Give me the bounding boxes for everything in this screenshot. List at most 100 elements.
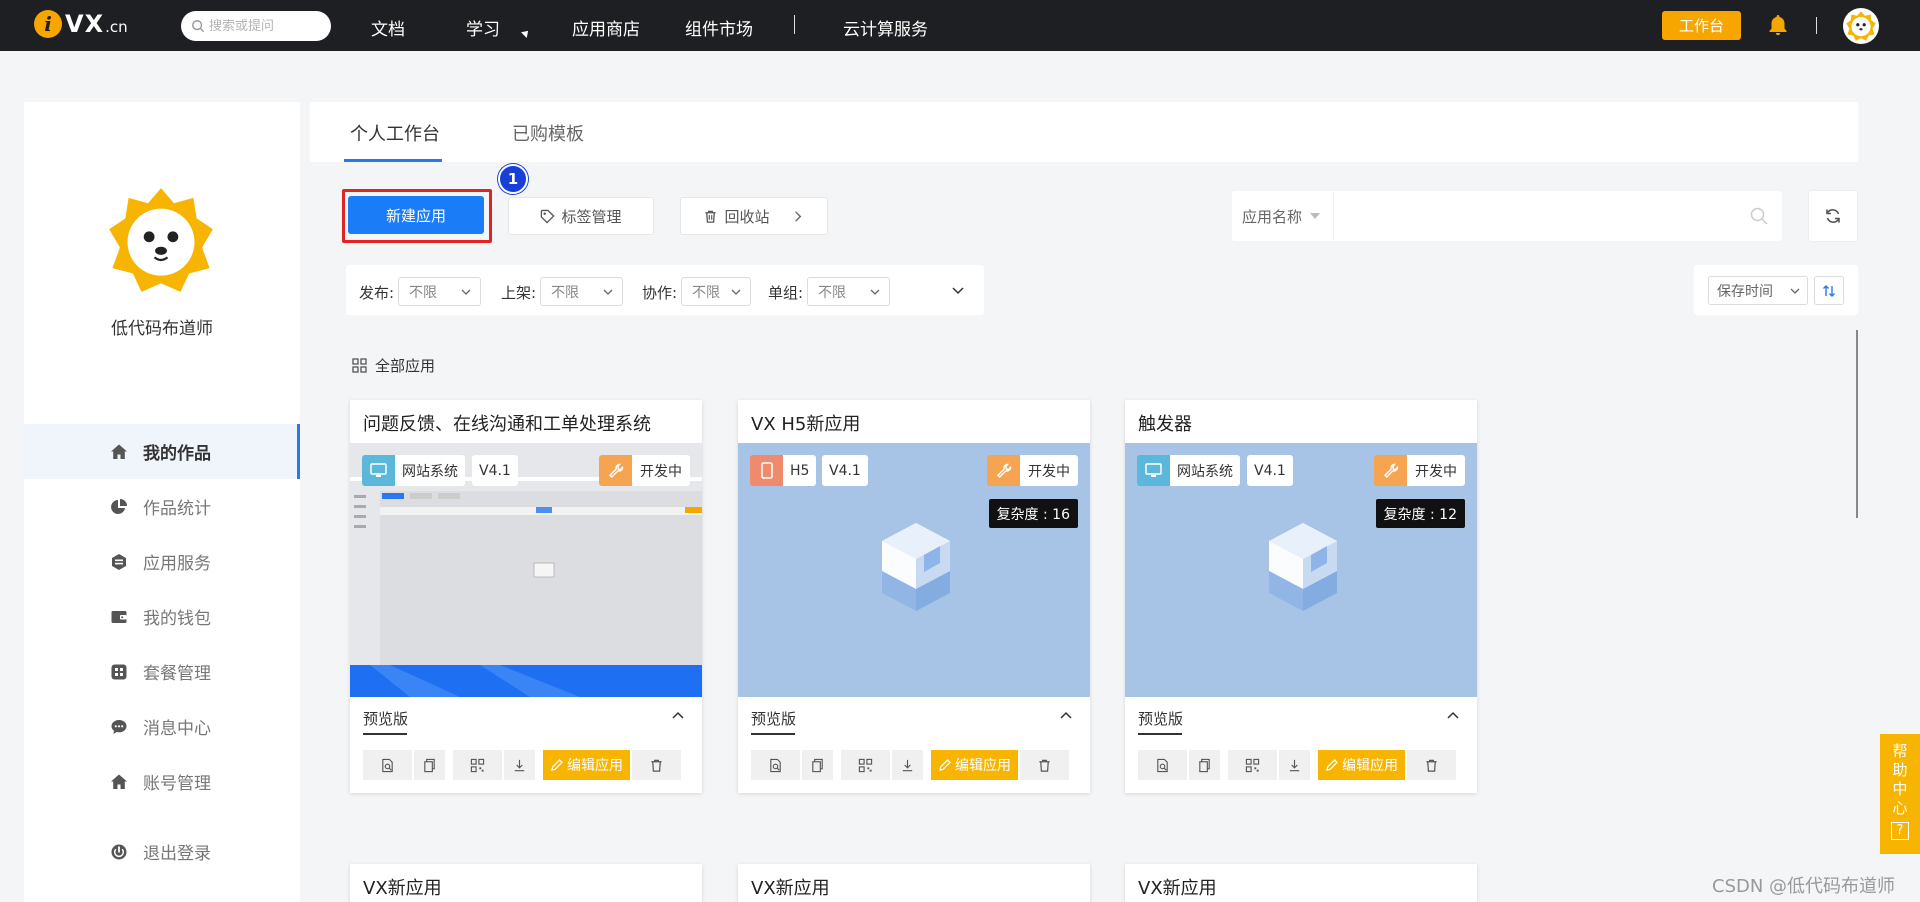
copy-button[interactable]: [1189, 750, 1220, 780]
copy-icon: [812, 758, 823, 772]
sidebar-item-work-stats[interactable]: 作品统计: [24, 479, 300, 534]
bell-icon[interactable]: [1766, 13, 1790, 37]
sidebar-item-wallet[interactable]: 我的钱包: [24, 589, 300, 644]
app-card-title: 触发器: [1138, 414, 1192, 435]
sort-direction-button[interactable]: [1814, 276, 1844, 305]
sidebar-item-package[interactable]: 套餐管理: [24, 644, 300, 699]
complexity-badge: 复杂度 : 16: [988, 499, 1078, 528]
sidebar-item-label: 作品统计: [143, 499, 211, 519]
sort-select[interactable]: 保存时间: [1708, 276, 1808, 305]
filter-collab-select[interactable]: 不限: [681, 277, 751, 306]
recycle-bin-button[interactable]: 回收站: [680, 197, 828, 235]
qrcode-button[interactable]: [453, 750, 502, 780]
refresh-button[interactable]: [1808, 190, 1858, 242]
workbench-button[interactable]: 工作台: [1662, 11, 1741, 40]
chevron-up-icon[interactable]: [1445, 708, 1461, 724]
preview-version-tab[interactable]: 预览版: [751, 708, 796, 729]
sidebar-item-account[interactable]: 账号管理: [24, 754, 300, 809]
sidebar-item-my-works[interactable]: 我的作品: [24, 424, 300, 479]
sidebar-item-label: 账号管理: [143, 774, 211, 794]
edit-app-button[interactable]: 编辑应用: [1318, 750, 1405, 780]
app-card[interactable]: 触发器 网站系统 V4.1 开发中 复杂度 : 12 预览版 编辑应用: [1125, 400, 1477, 793]
preview-version-tab[interactable]: 预览版: [1138, 708, 1183, 729]
nav-divider: [794, 15, 795, 34]
app-status-label: 开发中: [632, 455, 690, 486]
filter-value: 不限: [818, 284, 846, 301]
app-card[interactable]: VX新应用: [1125, 864, 1477, 902]
app-status-badge: 开发中: [599, 455, 690, 486]
search-icon[interactable]: [1750, 207, 1768, 225]
nav-app-store[interactable]: 应用商店: [572, 15, 640, 40]
watermark: CSDN @低代码布道师: [1712, 876, 1896, 897]
lion-avatar-icon: [1846, 11, 1876, 41]
app-card-thumbnail[interactable]: 网站系统 V4.1 开发中: [350, 443, 702, 697]
app-search-input[interactable]: [1334, 192, 1782, 240]
app-card-title: 问题反馈、在线沟通和工单处理系统: [363, 414, 651, 435]
sidebar-menu: 我的作品 作品统计 应用服务 我的钱包 套餐管理 消息中心 账号管理 退出登录: [24, 424, 300, 879]
copy-button[interactable]: [802, 750, 833, 780]
avatar[interactable]: [1843, 8, 1879, 44]
scrollbar[interactable]: [1856, 330, 1858, 518]
app-status-badge: 开发中: [1374, 455, 1465, 486]
desktop-icon: [1137, 455, 1170, 486]
copy-button[interactable]: [414, 750, 445, 780]
search-field-select-label: 应用名称: [1242, 207, 1303, 226]
nav-cloud-services[interactable]: 云计算服务: [843, 15, 928, 40]
tab-purchased-templates[interactable]: 已购模板: [512, 120, 584, 146]
user-avatar-lion-icon: [109, 188, 213, 292]
delete-button[interactable]: [632, 750, 681, 780]
app-card-actions: 编辑应用: [1138, 750, 1456, 780]
home-icon: [110, 443, 128, 461]
nav-docs[interactable]: 文档: [371, 15, 405, 40]
app-card[interactable]: VX H5新应用 H5 V4.1 开发中 复杂度 : 16 预览版 编辑应用: [738, 400, 1090, 793]
help-question-icon: ?: [1891, 822, 1909, 840]
app-card[interactable]: VX新应用: [738, 864, 1090, 902]
filter-publish-select[interactable]: 不限: [398, 277, 481, 306]
app-card[interactable]: 问题反馈、在线沟通和工单处理系统 网站系统 V4.1 开发中 预览版 编辑应用: [350, 400, 702, 793]
wrench-icon: [987, 455, 1020, 486]
sidebar-item-logout[interactable]: 退出登录: [24, 824, 300, 879]
chevron-up-icon[interactable]: [1058, 708, 1074, 724]
new-app-button[interactable]: 新建应用: [348, 196, 484, 234]
grid-icon: [110, 663, 128, 681]
filter-group-select[interactable]: 不限: [807, 277, 890, 306]
preview-version-tab[interactable]: 预览版: [363, 708, 408, 729]
filter-label-collab: 协作:: [642, 284, 678, 302]
chevron-up-icon[interactable]: [670, 708, 686, 724]
trash-icon: [651, 759, 662, 772]
logo[interactable]: i VX .cn: [34, 10, 128, 38]
tab-personal-workspace[interactable]: 个人工作台: [350, 120, 440, 146]
sidebar-item-app-services[interactable]: 应用服务: [24, 534, 300, 589]
qrcode-button[interactable]: [841, 750, 890, 780]
nav-learn[interactable]: 学习: [466, 15, 500, 40]
download-button[interactable]: [504, 750, 535, 780]
global-search[interactable]: [181, 11, 331, 41]
edit-app-button[interactable]: 编辑应用: [543, 750, 630, 780]
app-card[interactable]: VX新应用: [350, 864, 702, 902]
app-card-thumbnail[interactable]: 网站系统 V4.1 开发中 复杂度 : 12: [1125, 443, 1477, 697]
preview-button[interactable]: [363, 750, 412, 780]
delete-button[interactable]: [1407, 750, 1456, 780]
app-version-badge: V4.1: [822, 455, 868, 486]
edit-app-button[interactable]: 编辑应用: [931, 750, 1018, 780]
download-button[interactable]: [892, 750, 923, 780]
sidebar-item-label: 我的钱包: [143, 609, 211, 629]
tag-manage-button[interactable]: 标签管理: [508, 197, 654, 235]
preview-button[interactable]: [1138, 750, 1187, 780]
global-search-input[interactable]: [209, 18, 319, 34]
preview-icon: [770, 758, 781, 772]
download-button[interactable]: [1279, 750, 1310, 780]
delete-button[interactable]: [1020, 750, 1069, 780]
nav-component-market[interactable]: 组件市场: [685, 15, 753, 40]
filter-listing-select[interactable]: 不限: [540, 277, 623, 306]
help-center-button[interactable]: 帮 助 中 心 ?: [1880, 734, 1920, 854]
mobile-icon: [750, 455, 783, 486]
preview-button[interactable]: [751, 750, 800, 780]
sidebar-item-messages[interactable]: 消息中心: [24, 699, 300, 754]
expand-filters-chevron-icon[interactable]: [950, 282, 966, 298]
logo-text: VX: [65, 10, 105, 38]
search-field-select[interactable]: 应用名称: [1232, 191, 1334, 241]
sidebar-item-label: 退出登录: [143, 844, 211, 864]
app-card-thumbnail[interactable]: H5 V4.1 开发中 复杂度 : 16: [738, 443, 1090, 697]
qrcode-button[interactable]: [1228, 750, 1277, 780]
